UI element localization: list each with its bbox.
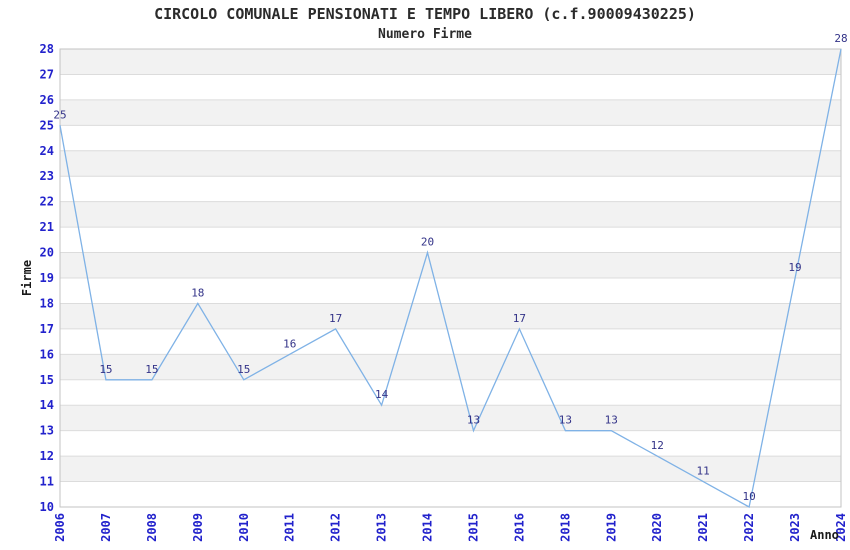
x-tick-label: 2010 — [237, 513, 251, 542]
data-point-label: 15 — [99, 363, 112, 376]
data-point-label: 19 — [788, 261, 801, 274]
x-tick-label: 2023 — [788, 513, 802, 542]
y-tick-label: 14 — [40, 398, 54, 412]
x-tick-label: 2008 — [145, 513, 159, 542]
data-point-label: 17 — [513, 312, 526, 325]
x-tick-label: 2021 — [696, 513, 710, 542]
y-tick-label: 27 — [40, 67, 54, 81]
x-tick-label: 2015 — [466, 513, 480, 542]
data-point-label: 15 — [145, 363, 158, 376]
x-tick-label: 2013 — [375, 513, 389, 542]
y-tick-label: 25 — [40, 118, 54, 132]
x-tick-label: 2014 — [421, 513, 435, 542]
line-chart: 1011121314151617181920212223242526272820… — [40, 32, 848, 542]
y-tick-label: 13 — [40, 424, 54, 438]
x-tick-label: 2009 — [191, 513, 205, 542]
y-tick-label: 24 — [40, 144, 54, 158]
x-tick-label: 2007 — [99, 513, 113, 542]
grid-band — [60, 405, 841, 431]
grid-band — [60, 99, 841, 126]
x-tick-label: 2016 — [512, 513, 526, 542]
y-tick-label: 15 — [40, 373, 54, 387]
data-point-label: 18 — [191, 286, 204, 299]
grid-band — [60, 150, 841, 177]
y-tick-label: 19 — [40, 271, 54, 285]
x-tick-label: 2022 — [742, 513, 756, 542]
y-tick-label: 23 — [40, 169, 54, 183]
grid-band — [60, 354, 841, 380]
y-tick-label: 10 — [40, 500, 54, 514]
y-tick-label: 18 — [40, 296, 54, 310]
chart-container: CIRCOLO COMUNALE PENSIONATI E TEMPO LIBE… — [0, 0, 850, 550]
grid-band — [60, 303, 841, 329]
y-tick-label: 17 — [40, 322, 54, 336]
data-point-label: 10 — [742, 490, 755, 503]
data-point-label: 16 — [283, 337, 296, 350]
data-point-label: 12 — [651, 439, 664, 452]
y-tick-label: 20 — [40, 246, 54, 260]
data-point-label: 15 — [237, 363, 250, 376]
data-point-label: 14 — [375, 388, 389, 401]
x-axis-title: Anno — [810, 528, 839, 542]
data-point-label: 11 — [697, 465, 710, 478]
grid-band — [60, 201, 841, 228]
data-point-label: 13 — [559, 414, 572, 427]
x-tick-label: 2006 — [53, 513, 67, 542]
data-point-label: 28 — [834, 32, 847, 45]
y-tick-label: 21 — [40, 220, 54, 234]
y-tick-label: 16 — [40, 347, 54, 361]
x-tick-label: 2012 — [329, 513, 343, 542]
data-point-label: 13 — [605, 414, 618, 427]
grid-band — [60, 252, 841, 278]
grid-band — [60, 456, 841, 482]
y-axis-title: Firme — [20, 259, 34, 297]
data-point-label: 20 — [421, 236, 434, 249]
x-tick-label: 2018 — [558, 513, 572, 542]
x-tick-label: 2020 — [650, 513, 664, 542]
x-tick-label: 2019 — [604, 513, 618, 542]
y-tick-label: 12 — [40, 449, 54, 463]
data-point-label: 13 — [467, 414, 480, 427]
data-point-label: 25 — [53, 108, 66, 121]
data-point-label: 17 — [329, 312, 342, 325]
y-tick-label: 11 — [40, 475, 54, 489]
x-tick-label: 2011 — [283, 513, 297, 542]
grid-band — [60, 49, 841, 75]
y-tick-label: 26 — [40, 93, 54, 107]
y-tick-label: 28 — [40, 42, 54, 56]
y-tick-label: 22 — [40, 195, 54, 209]
